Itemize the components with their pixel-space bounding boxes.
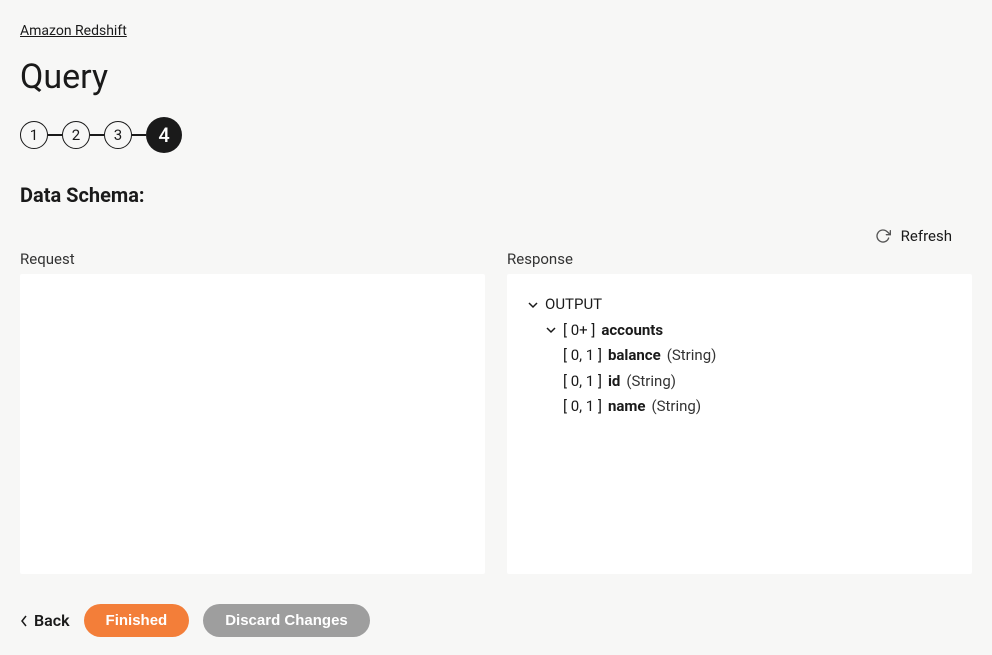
request-body[interactable] — [20, 274, 485, 574]
step-connector — [48, 134, 62, 136]
tree-node-accounts[interactable]: [ 0+ ] accounts — [545, 318, 952, 344]
tree-node-output[interactable]: OUTPUT — [527, 292, 952, 318]
chevron-left-icon — [20, 615, 28, 627]
finished-button[interactable]: Finished — [84, 604, 190, 637]
field-type: (String) — [626, 369, 676, 395]
refresh-button[interactable]: Refresh — [20, 227, 972, 245]
step-2[interactable]: 2 — [62, 121, 90, 149]
step-4[interactable]: 4 — [146, 117, 182, 153]
breadcrumb-link[interactable]: Amazon Redshift — [20, 23, 127, 39]
refresh-label: Refresh — [901, 227, 952, 245]
tree-node-label: OUTPUT — [545, 292, 602, 318]
response-panel: Response OUTPUT [ 0+ ] accounts [ 0, 1 ]… — [507, 250, 972, 574]
tree-field-name[interactable]: [ 0, 1 ] name (String) — [563, 394, 952, 420]
refresh-icon — [875, 228, 891, 244]
step-1[interactable]: 1 — [20, 121, 48, 149]
chevron-down-icon — [527, 300, 539, 310]
page-title: Query — [20, 57, 972, 97]
cardinality-label: [ 0, 1 ] — [563, 369, 602, 395]
field-type: (String) — [667, 343, 717, 369]
discard-changes-button[interactable]: Discard Changes — [203, 604, 370, 637]
field-type: (String) — [651, 394, 701, 420]
field-name: balance — [608, 343, 661, 369]
section-heading: Data Schema: — [20, 183, 972, 207]
field-name: accounts — [601, 318, 663, 344]
request-label: Request — [20, 250, 485, 268]
step-connector — [90, 134, 104, 136]
field-name: id — [608, 369, 620, 395]
step-connector — [132, 134, 146, 136]
request-panel: Request — [20, 250, 485, 574]
cardinality-label: [ 0, 1 ] — [563, 394, 602, 420]
step-3[interactable]: 3 — [104, 121, 132, 149]
back-label: Back — [34, 611, 70, 630]
cardinality-label: [ 0, 1 ] — [563, 343, 602, 369]
stepper: 1 2 3 4 — [20, 117, 972, 153]
back-button[interactable]: Back — [20, 611, 70, 630]
chevron-down-icon — [545, 325, 557, 335]
tree-field-id[interactable]: [ 0, 1 ] id (String) — [563, 369, 952, 395]
cardinality-label: [ 0+ ] — [563, 318, 595, 344]
tree-field-balance[interactable]: [ 0, 1 ] balance (String) — [563, 343, 952, 369]
response-body: OUTPUT [ 0+ ] accounts [ 0, 1 ] balance … — [507, 274, 972, 574]
response-label: Response — [507, 250, 972, 268]
field-name: name — [608, 394, 646, 420]
